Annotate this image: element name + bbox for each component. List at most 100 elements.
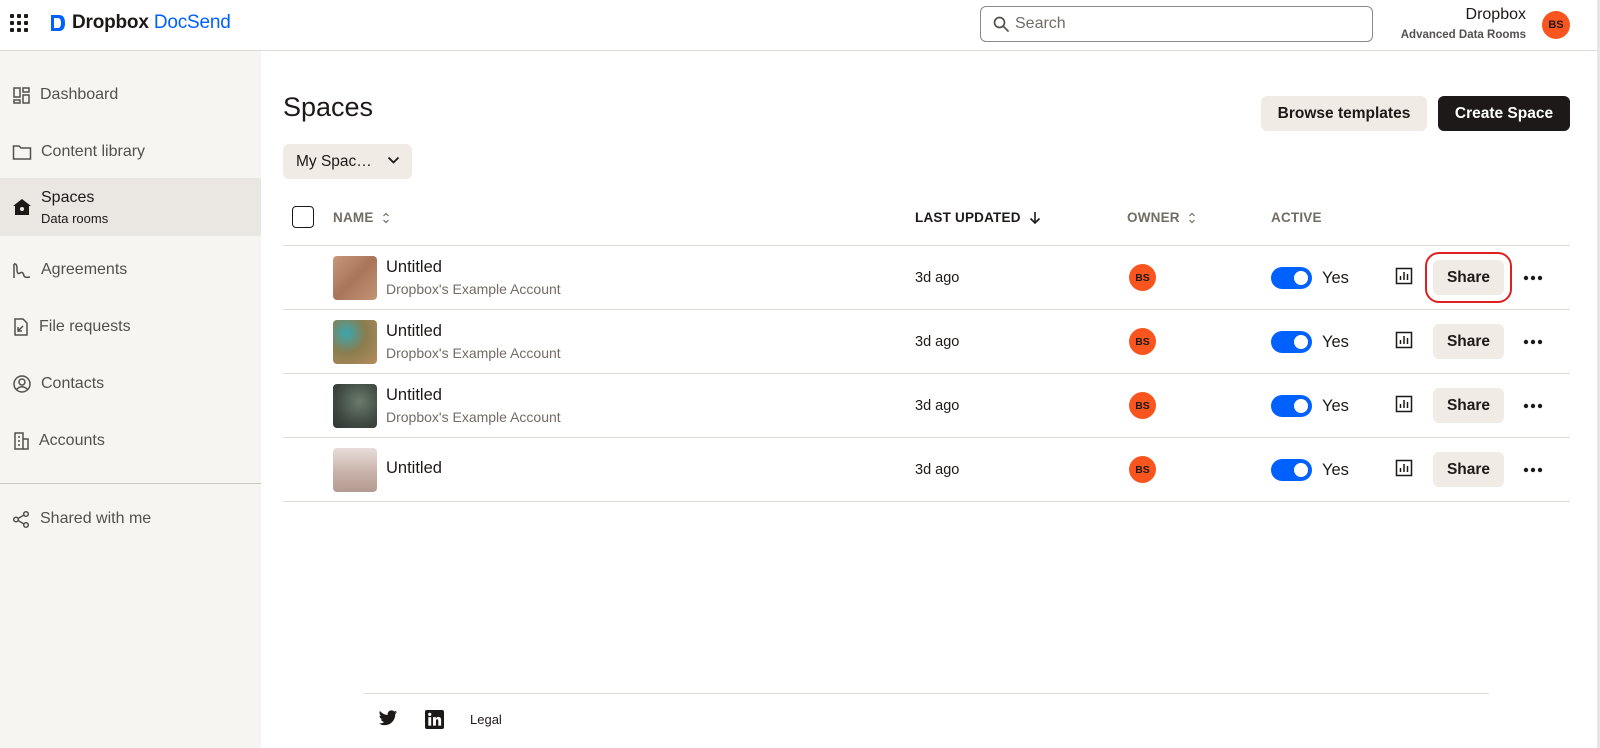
signature-icon xyxy=(13,262,31,278)
legal-link[interactable]: Legal xyxy=(470,712,502,727)
account-plan: Advanced Data Rooms xyxy=(1400,29,1526,41)
space-title[interactable]: Untitled xyxy=(386,386,442,405)
sidebar-item-spaces[interactable]: Spaces Data rooms xyxy=(0,178,261,236)
column-header-last-updated[interactable]: LAST UPDATED xyxy=(915,210,1041,225)
share-button[interactable]: Share xyxy=(1433,452,1504,487)
space-account: Dropbox's Example Account xyxy=(386,409,561,425)
share-button[interactable]: Share xyxy=(1433,324,1504,359)
space-thumbnail xyxy=(333,448,377,492)
last-updated: 3d ago xyxy=(915,462,960,478)
owner-avatar: BS xyxy=(1129,456,1156,483)
twitter-icon[interactable] xyxy=(378,710,398,727)
sidebar-item-label: Contacts xyxy=(41,375,105,392)
active-status: Yes xyxy=(1322,269,1349,287)
sidebar-item-sublabel: Data rooms xyxy=(41,210,109,226)
filter-label: My Spac… xyxy=(296,152,372,170)
sidebar-item-agreements[interactable]: Agreements xyxy=(0,242,261,298)
sidebar-item-shared-with-me[interactable]: Shared with me xyxy=(0,491,261,547)
active-status: Yes xyxy=(1322,333,1349,351)
folder-icon xyxy=(12,145,32,160)
search-box[interactable] xyxy=(980,6,1373,42)
share-button[interactable]: Share xyxy=(1425,252,1512,303)
table-row[interactable]: Untitled Dropbox's Example Account 3d ag… xyxy=(283,374,1570,437)
select-all-checkbox[interactable] xyxy=(292,206,314,228)
column-header-label: NAME xyxy=(333,210,374,225)
chevron-down-icon xyxy=(387,156,400,164)
sidebar-item-file-requests[interactable]: File requests xyxy=(0,299,261,355)
analytics-icon[interactable] xyxy=(1395,267,1413,285)
sidebar: Dashboard Content library Spaces Data ro… xyxy=(0,51,261,748)
more-options-icon[interactable] xyxy=(1523,396,1543,416)
sidebar-item-label: Shared with me xyxy=(40,510,152,527)
active-toggle[interactable] xyxy=(1271,267,1312,289)
sidebar-item-dashboard[interactable]: Dashboard xyxy=(0,67,261,123)
spaces-filter-dropdown[interactable]: My Spac… xyxy=(283,144,412,179)
sidebar-item-label: Dashboard xyxy=(40,86,119,103)
sidebar-item-label: File requests xyxy=(39,318,131,335)
search-icon xyxy=(993,16,1009,32)
active-toggle[interactable] xyxy=(1271,395,1312,417)
account-info[interactable]: Dropbox Advanced Data Rooms xyxy=(1401,6,1526,41)
column-header-name[interactable]: NAME xyxy=(333,210,390,225)
sort-icon xyxy=(1188,212,1195,223)
active-status: Yes xyxy=(1322,461,1349,479)
sidebar-item-label: Spaces xyxy=(41,188,95,206)
sidebar-item-text: Spaces Data rooms xyxy=(41,189,108,226)
owner-avatar: BS xyxy=(1129,392,1156,419)
sidebar-divider xyxy=(0,483,261,484)
more-options-icon[interactable] xyxy=(1523,460,1543,480)
linkedin-icon[interactable] xyxy=(425,710,444,729)
space-account: Dropbox's Example Account xyxy=(386,281,561,297)
home-lock-icon xyxy=(13,199,31,215)
sidebar-item-contacts[interactable]: Contacts xyxy=(0,356,261,412)
search-input[interactable] xyxy=(1015,15,1345,33)
docsend-logo-icon xyxy=(51,15,65,31)
sidebar-item-content-library[interactable]: Content library xyxy=(0,124,261,180)
active-toggle[interactable] xyxy=(1271,331,1312,353)
create-space-button[interactable]: Create Space xyxy=(1438,96,1570,131)
column-header-owner[interactable]: OWNER xyxy=(1127,210,1196,225)
space-title[interactable]: Untitled xyxy=(386,322,442,341)
space-thumbnail xyxy=(333,384,377,428)
analytics-icon[interactable] xyxy=(1395,331,1413,349)
sidebar-item-label: Accounts xyxy=(39,432,105,449)
footer-divider xyxy=(364,693,1489,694)
space-title[interactable]: Untitled xyxy=(386,459,442,478)
analytics-icon[interactable] xyxy=(1395,395,1413,413)
docsend-logo[interactable]: Dropbox DocSend xyxy=(48,12,231,34)
building-icon xyxy=(14,432,29,450)
file-request-icon xyxy=(14,318,28,336)
account-name: Dropbox xyxy=(1465,6,1526,23)
space-title[interactable]: Untitled xyxy=(386,258,442,277)
last-updated: 3d ago xyxy=(915,398,960,414)
active-toggle[interactable] xyxy=(1271,459,1312,481)
table-row[interactable]: Untitled Dropbox's Example Account 3d ag… xyxy=(283,310,1570,373)
sidebar-item-accounts[interactable]: Accounts xyxy=(0,413,261,469)
table-row[interactable]: Untitled 3d ago BS Yes Share xyxy=(283,438,1570,501)
sidebar-item-label: Content library xyxy=(41,143,146,160)
owner-avatar: BS xyxy=(1129,328,1156,355)
contact-icon xyxy=(13,375,31,393)
app-grid-icon[interactable] xyxy=(10,14,28,32)
browse-templates-button[interactable]: Browse templates xyxy=(1261,96,1427,131)
share-icon xyxy=(12,510,30,528)
owner-avatar: BS xyxy=(1129,264,1156,291)
more-options-icon[interactable] xyxy=(1523,332,1543,352)
analytics-icon[interactable] xyxy=(1395,459,1413,477)
logo-text: Dropbox DocSend xyxy=(72,12,231,34)
last-updated: 3d ago xyxy=(915,270,960,286)
table-row[interactable]: Untitled Dropbox's Example Account 3d ag… xyxy=(283,246,1570,309)
user-avatar[interactable]: BS xyxy=(1542,11,1570,39)
logo-product: DocSend xyxy=(153,12,231,33)
page-title: Spaces xyxy=(283,92,374,122)
column-header-active: ACTIVE xyxy=(1271,210,1322,225)
row-divider xyxy=(283,501,1570,502)
active-status: Yes xyxy=(1322,397,1349,415)
top-bar: Dropbox DocSend Dropbox Advanced Data Ro… xyxy=(0,0,1600,51)
more-options-icon[interactable] xyxy=(1523,268,1543,288)
column-header-label: OWNER xyxy=(1127,210,1180,225)
share-button[interactable]: Share xyxy=(1433,388,1504,423)
space-account: Dropbox's Example Account xyxy=(386,345,561,361)
column-header-label: LAST UPDATED xyxy=(915,210,1021,225)
column-header-label: ACTIVE xyxy=(1271,210,1322,225)
